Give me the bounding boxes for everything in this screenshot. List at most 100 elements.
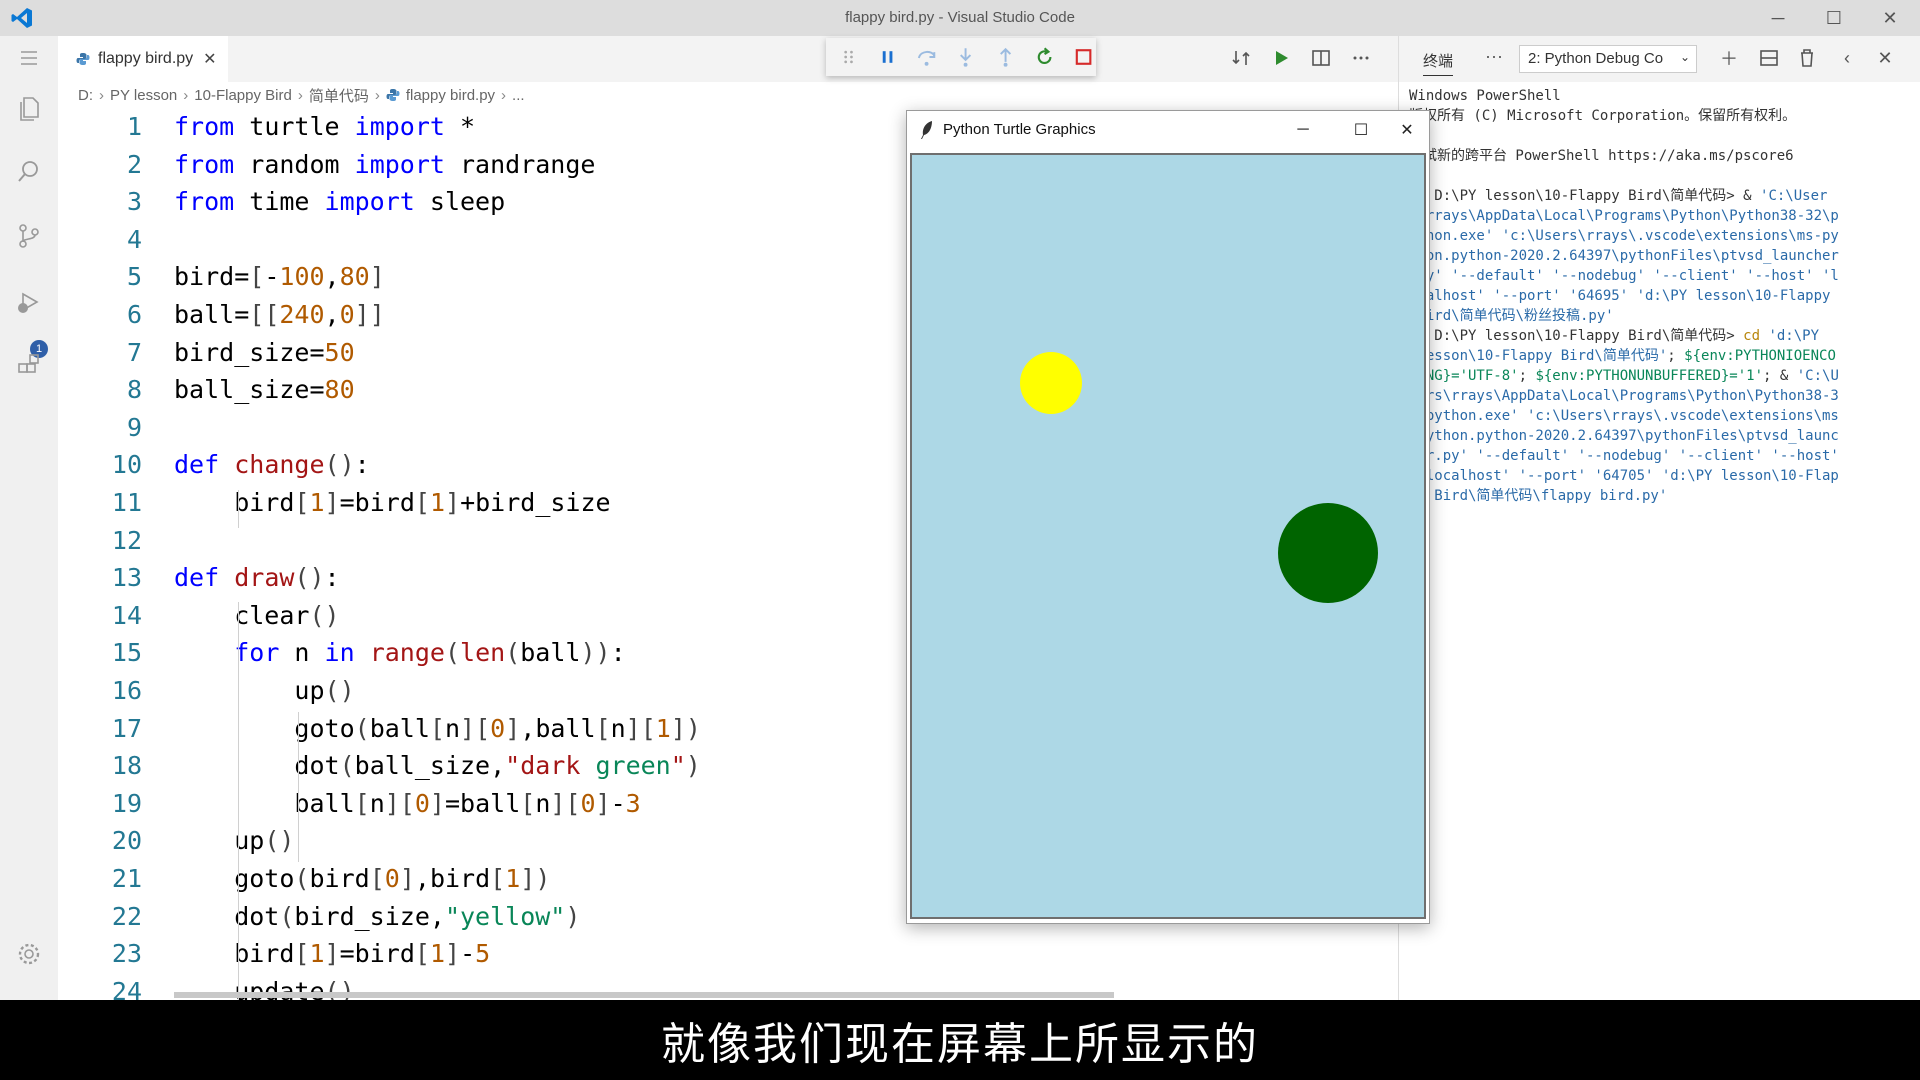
- horizontal-scrollbar[interactable]: [174, 992, 1114, 998]
- turtle-window-title: Python Turtle Graphics: [943, 121, 1096, 138]
- terminal-text: Windows PowerShell: [1409, 88, 1561, 104]
- close-panel-icon[interactable]: ✕: [1873, 46, 1897, 70]
- tab-close-icon[interactable]: ✕: [203, 49, 216, 69]
- turtle-canvas[interactable]: [910, 153, 1426, 919]
- line-number: 18: [111, 751, 142, 781]
- extensions-icon[interactable]: [15, 352, 43, 380]
- run-debug-icon[interactable]: [15, 288, 43, 316]
- restart-icon[interactable]: [1032, 44, 1057, 70]
- breadcrumb-item[interactable]: PY lesson: [110, 87, 177, 104]
- stop-icon[interactable]: [1071, 44, 1096, 70]
- code-token: 1: [505, 864, 521, 893]
- terminal-line: Windows PowerShell: [1409, 86, 1919, 106]
- tab-flappy-bird[interactable]: flappy bird.py ✕: [58, 36, 228, 82]
- code-token: ]: [595, 788, 611, 818]
- terminal-line: sers\rrays\AppData\Local\Programs\Python…: [1409, 386, 1919, 406]
- code-token: ]): [520, 864, 551, 893]
- code-line[interactable]: 23 bird[1]=bird[1]-5: [58, 935, 1398, 972]
- terminal-text: ${env:PYTHONIOENCO: [1684, 348, 1836, 364]
- code-token: -: [460, 939, 476, 969]
- code-token: 100: [279, 262, 325, 292]
- line-number: 11: [111, 488, 142, 517]
- code-token: 240: [279, 300, 325, 329]
- run-file-icon[interactable]: [1270, 47, 1292, 69]
- step-over-icon[interactable]: [914, 44, 939, 70]
- terminal-text: 'C:\User: [1760, 188, 1828, 204]
- terminal-text: 尝试新的跨平台 PowerShell https://aka.ms/pscore…: [1409, 148, 1794, 164]
- search-icon[interactable]: [15, 158, 43, 186]
- code-token: ): [685, 751, 701, 781]
- code-token: ]]: [354, 300, 385, 329]
- pause-icon[interactable]: [875, 44, 900, 70]
- code-token: range: [369, 638, 445, 668]
- code-token: ball: [520, 638, 581, 668]
- chevron-right-icon: ›: [297, 86, 303, 104]
- code-token: (): [264, 826, 295, 856]
- trash-icon[interactable]: [1795, 46, 1819, 70]
- code-token: [[: [249, 300, 280, 329]
- terminal-line: thon.python-2020.2.64397\pythonFiles\ptv…: [1409, 246, 1919, 266]
- line-number: 21: [111, 864, 142, 893]
- turtle-minimize-button[interactable]: ─: [1283, 115, 1323, 145]
- window-title: flappy bird.py - Visual Studio Code: [845, 9, 1075, 26]
- breadcrumb-item[interactable]: ...: [512, 87, 525, 104]
- code-text: for n in range(len(ball)):: [174, 634, 625, 671]
- panel-more-icon[interactable]: ···: [1485, 46, 1503, 67]
- line-number: 13: [111, 563, 142, 593]
- compare-icon[interactable]: [1230, 47, 1252, 69]
- chevron-left-icon[interactable]: ‹: [1835, 46, 1859, 70]
- turtle-maximize-button[interactable]: ☐: [1341, 115, 1381, 145]
- code-text: dot(bird_size,"yellow"): [174, 898, 580, 935]
- terminal-select[interactable]: 2: Python Debug Co ⌄: [1519, 45, 1697, 73]
- line-number: 5: [126, 262, 142, 292]
- code-token: [: [354, 788, 370, 818]
- code-token: (: [444, 638, 461, 668]
- minimize-button[interactable]: ─: [1750, 0, 1806, 36]
- code-token: ,: [324, 262, 340, 292]
- code-token: "yellow": [444, 901, 566, 931]
- code-token: bird: [309, 864, 370, 893]
- code-token: ,: [324, 300, 340, 329]
- menu-icon[interactable]: [15, 44, 43, 72]
- code-token: -: [610, 788, 626, 818]
- code-token: n: [369, 788, 385, 818]
- code-token: ]: [429, 788, 445, 818]
- terminal-line: ocalhost' '--port' '64695' 'd:\PY lesson…: [1409, 286, 1919, 306]
- code-token: clear: [174, 600, 310, 630]
- chevron-right-icon: ›: [501, 86, 507, 104]
- step-out-icon[interactable]: [993, 44, 1018, 70]
- terminal-text: PS D:\PY lesson\10-Flappy Bird\简单代码> &: [1409, 188, 1761, 204]
- step-into-icon[interactable]: [953, 44, 978, 70]
- code-token: in: [324, 638, 355, 668]
- breadcrumb-item[interactable]: 简单代码: [309, 85, 369, 106]
- code-token: ]: [324, 488, 340, 517]
- indent-guide: [238, 490, 239, 528]
- code-token: (): [324, 450, 355, 480]
- split-editor-icon[interactable]: [1310, 47, 1332, 69]
- maximize-button[interactable]: ☐: [1806, 0, 1862, 36]
- close-button[interactable]: ✕: [1862, 0, 1918, 36]
- new-terminal-icon[interactable]: ＋: [1717, 46, 1741, 70]
- tab-terminal[interactable]: 终端: [1423, 50, 1454, 76]
- code-token: ball_size,: [354, 751, 506, 781]
- explorer-icon[interactable]: [15, 94, 43, 122]
- window-titlebar: flappy bird.py - Visual Studio Code ─ ☐ …: [0, 0, 1920, 36]
- breadcrumb-item[interactable]: flappy bird.py: [406, 87, 495, 104]
- breadcrumb-item[interactable]: 10-Flappy Bird: [194, 87, 292, 104]
- code-token: ][: [550, 788, 581, 818]
- terminal-output[interactable]: Windows PowerShell 版权所有 (C) Microsoft Cor…: [1409, 86, 1919, 986]
- breadcrumb-item[interactable]: D:: [78, 87, 93, 104]
- drag-handle-icon[interactable]: [836, 44, 861, 70]
- split-terminal-icon[interactable]: [1757, 46, 1781, 70]
- terminal-line: 'localhost' '--port' '64705' 'd:\PY less…: [1409, 466, 1919, 486]
- source-control-icon[interactable]: [15, 222, 43, 250]
- chevron-right-icon: ›: [374, 86, 380, 104]
- code-text: def draw():: [174, 559, 340, 596]
- terminal-text: Bird\简单代码\粉丝投稿.py': [1409, 308, 1614, 324]
- turtle-close-button[interactable]: ✕: [1387, 115, 1427, 145]
- settings-gear-icon[interactable]: [15, 940, 43, 968]
- terminal-line: DING}='UTF-8'; ${env:PYTHONUNBUFFERED}='…: [1409, 366, 1919, 386]
- more-actions-icon[interactable]: [1350, 47, 1372, 69]
